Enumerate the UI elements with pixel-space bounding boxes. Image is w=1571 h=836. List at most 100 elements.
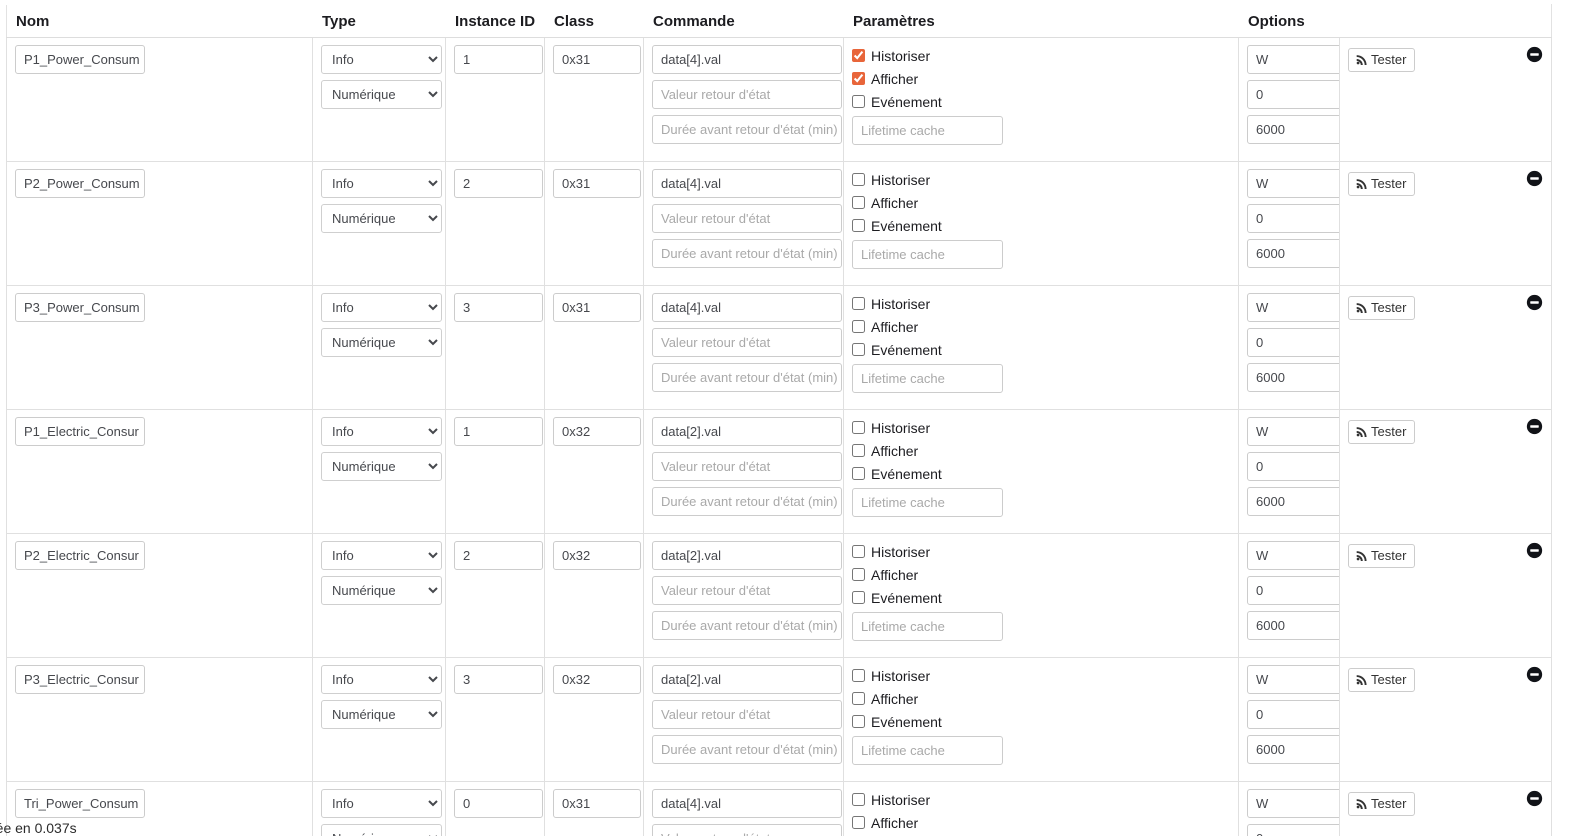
min-input-0[interactable]: 0: [1247, 80, 1345, 109]
min-input-1[interactable]: 0: [1247, 204, 1345, 233]
instance-id-input-2[interactable]: 3: [454, 293, 543, 322]
remove-command-button-1[interactable]: [1526, 170, 1543, 187]
type-select-2[interactable]: InfoAction: [321, 293, 442, 322]
type-select-1[interactable]: InfoAction: [321, 169, 442, 198]
historiser-checkbox-4[interactable]: [852, 545, 865, 558]
commande-input-6[interactable]: data[4].val: [652, 789, 842, 818]
historiser-checkbox-5[interactable]: [852, 669, 865, 682]
subtype-select-1[interactable]: NumériqueBinaireAutreString: [321, 204, 442, 233]
historiser-checkbox-row-2[interactable]: Historiser: [852, 293, 1230, 316]
tester-button-6[interactable]: Tester: [1348, 792, 1416, 816]
tester-button-4[interactable]: Tester: [1348, 544, 1416, 568]
etat-duree-input-5[interactable]: Durée avant retour d'état (min): [652, 735, 842, 764]
unite-input-3[interactable]: W: [1247, 417, 1345, 446]
name-input-1[interactable]: P2_Power_Consum: [15, 169, 145, 198]
instance-id-input-4[interactable]: 2: [454, 541, 543, 570]
afficher-checkbox-row-0[interactable]: Afficher: [852, 68, 1230, 91]
evenement-checkbox-row-1[interactable]: Evénement: [852, 215, 1230, 238]
min-input-6[interactable]: 0: [1247, 824, 1345, 836]
type-select-6[interactable]: InfoAction: [321, 789, 442, 818]
tester-button-5[interactable]: Tester: [1348, 668, 1416, 692]
unite-input-4[interactable]: W: [1247, 541, 1345, 570]
commande-input-5[interactable]: data[2].val: [652, 665, 842, 694]
lifetime-cache-input-2[interactable]: Lifetime cache: [852, 364, 1003, 393]
instance-id-input-0[interactable]: 1: [454, 45, 543, 74]
afficher-checkbox-5[interactable]: [852, 692, 865, 705]
remove-command-button-3[interactable]: [1526, 418, 1543, 435]
afficher-checkbox-row-2[interactable]: Afficher: [852, 316, 1230, 339]
etat-valeur-input-1[interactable]: Valeur retour d'état: [652, 204, 842, 233]
afficher-checkbox-row-4[interactable]: Afficher: [852, 564, 1230, 587]
historiser-checkbox-1[interactable]: [852, 173, 865, 186]
afficher-checkbox-3[interactable]: [852, 444, 865, 457]
lifetime-cache-input-4[interactable]: Lifetime cache: [852, 612, 1003, 641]
instance-id-input-6[interactable]: 0: [454, 789, 543, 818]
subtype-select-0[interactable]: NumériqueBinaireAutreString: [321, 80, 442, 109]
evenement-checkbox-3[interactable]: [852, 467, 865, 480]
evenement-checkbox-row-5[interactable]: Evénement: [852, 711, 1230, 734]
class-input-4[interactable]: 0x32: [553, 541, 641, 570]
name-input-0[interactable]: P1_Power_Consum: [15, 45, 145, 74]
etat-valeur-input-0[interactable]: Valeur retour d'état: [652, 80, 842, 109]
name-input-6[interactable]: Tri_Power_Consum: [15, 789, 145, 818]
unite-input-1[interactable]: W: [1247, 169, 1345, 198]
historiser-checkbox-2[interactable]: [852, 297, 865, 310]
class-input-1[interactable]: 0x31: [553, 169, 641, 198]
etat-duree-input-4[interactable]: Durée avant retour d'état (min): [652, 611, 842, 640]
subtype-select-3[interactable]: NumériqueBinaireAutreString: [321, 452, 442, 481]
afficher-checkbox-row-3[interactable]: Afficher: [852, 440, 1230, 463]
evenement-checkbox-2[interactable]: [852, 343, 865, 356]
instance-id-input-1[interactable]: 2: [454, 169, 543, 198]
evenement-checkbox-row-3[interactable]: Evénement: [852, 463, 1230, 486]
lifetime-cache-input-0[interactable]: Lifetime cache: [852, 116, 1003, 145]
class-input-6[interactable]: 0x31: [553, 789, 641, 818]
tester-button-2[interactable]: Tester: [1348, 296, 1416, 320]
historiser-checkbox-6[interactable]: [852, 793, 865, 806]
etat-duree-input-3[interactable]: Durée avant retour d'état (min): [652, 487, 842, 516]
class-input-2[interactable]: 0x31: [553, 293, 641, 322]
remove-command-button-6[interactable]: [1526, 790, 1543, 807]
etat-duree-input-0[interactable]: Durée avant retour d'état (min): [652, 115, 842, 144]
name-input-5[interactable]: P3_Electric_Consur: [15, 665, 145, 694]
commande-input-2[interactable]: data[4].val: [652, 293, 842, 322]
historiser-checkbox-0[interactable]: [852, 49, 865, 62]
unite-input-5[interactable]: W: [1247, 665, 1345, 694]
evenement-checkbox-5[interactable]: [852, 715, 865, 728]
name-input-3[interactable]: P1_Electric_Consur: [15, 417, 145, 446]
max-input-3[interactable]: 6000: [1247, 487, 1345, 516]
subtype-select-2[interactable]: NumériqueBinaireAutreString: [321, 328, 442, 357]
etat-valeur-input-2[interactable]: Valeur retour d'état: [652, 328, 842, 357]
afficher-checkbox-2[interactable]: [852, 320, 865, 333]
commande-input-4[interactable]: data[2].val: [652, 541, 842, 570]
historiser-checkbox-row-0[interactable]: Historiser: [852, 45, 1230, 68]
min-input-3[interactable]: 0: [1247, 452, 1345, 481]
afficher-checkbox-row-5[interactable]: Afficher: [852, 688, 1230, 711]
lifetime-cache-input-3[interactable]: Lifetime cache: [852, 488, 1003, 517]
etat-duree-input-2[interactable]: Durée avant retour d'état (min): [652, 363, 842, 392]
etat-valeur-input-5[interactable]: Valeur retour d'état: [652, 700, 842, 729]
class-input-3[interactable]: 0x32: [553, 417, 641, 446]
max-input-0[interactable]: 6000: [1247, 115, 1345, 144]
name-input-4[interactable]: P2_Electric_Consur: [15, 541, 145, 570]
instance-id-input-5[interactable]: 3: [454, 665, 543, 694]
afficher-checkbox-6[interactable]: [852, 816, 865, 829]
max-input-2[interactable]: 6000: [1247, 363, 1345, 392]
max-input-1[interactable]: 6000: [1247, 239, 1345, 268]
etat-valeur-input-6[interactable]: Valeur retour d'état: [652, 824, 842, 836]
unite-input-0[interactable]: W: [1247, 45, 1345, 74]
afficher-checkbox-row-6[interactable]: Afficher: [852, 812, 1230, 835]
afficher-checkbox-1[interactable]: [852, 196, 865, 209]
remove-command-button-4[interactable]: [1526, 542, 1543, 559]
evenement-checkbox-1[interactable]: [852, 219, 865, 232]
subtype-select-6[interactable]: NumériqueBinaireAutreString: [321, 824, 442, 836]
etat-valeur-input-3[interactable]: Valeur retour d'état: [652, 452, 842, 481]
evenement-checkbox-0[interactable]: [852, 95, 865, 108]
commande-input-3[interactable]: data[2].val: [652, 417, 842, 446]
afficher-checkbox-0[interactable]: [852, 72, 865, 85]
max-input-5[interactable]: 6000: [1247, 735, 1345, 764]
subtype-select-4[interactable]: NumériqueBinaireAutreString: [321, 576, 442, 605]
lifetime-cache-input-5[interactable]: Lifetime cache: [852, 736, 1003, 765]
lifetime-cache-input-1[interactable]: Lifetime cache: [852, 240, 1003, 269]
class-input-0[interactable]: 0x31: [553, 45, 641, 74]
historiser-checkbox-row-6[interactable]: Historiser: [852, 789, 1230, 812]
